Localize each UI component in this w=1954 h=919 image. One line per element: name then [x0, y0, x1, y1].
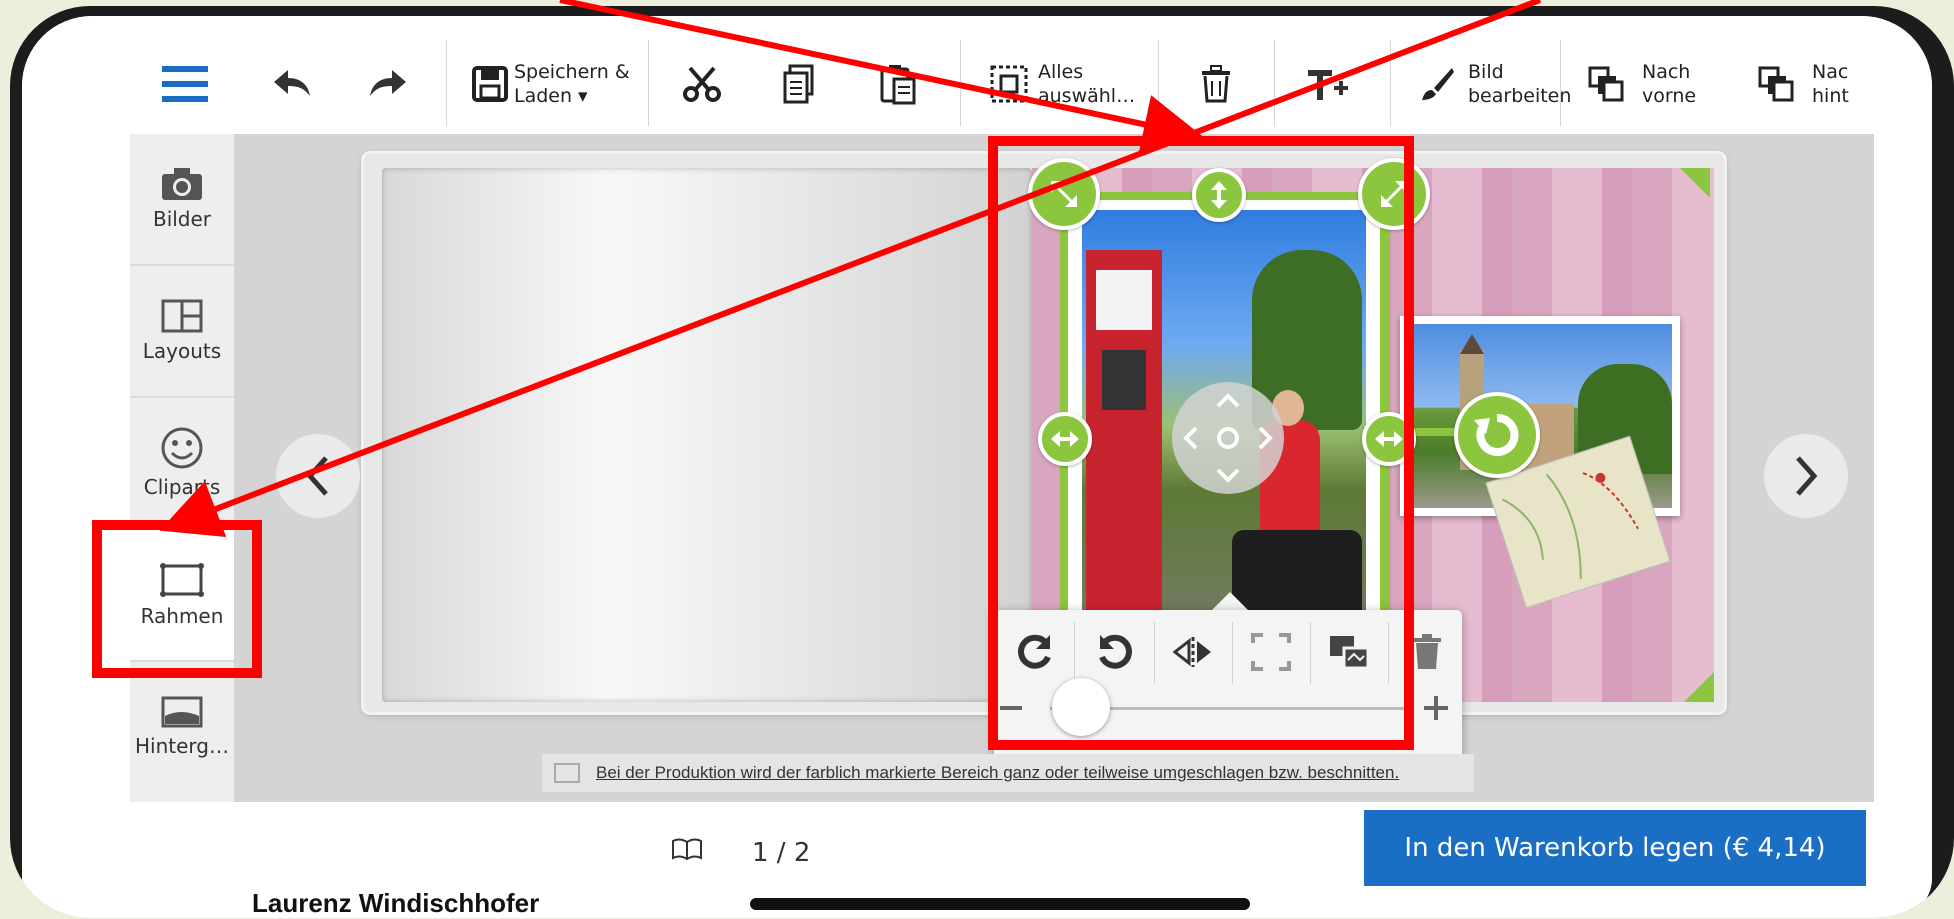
annotation-arrow — [559, 0, 1204, 154]
annotation-arrow — [159, 0, 1542, 538]
annotation-arrows — [159, 0, 1542, 538]
